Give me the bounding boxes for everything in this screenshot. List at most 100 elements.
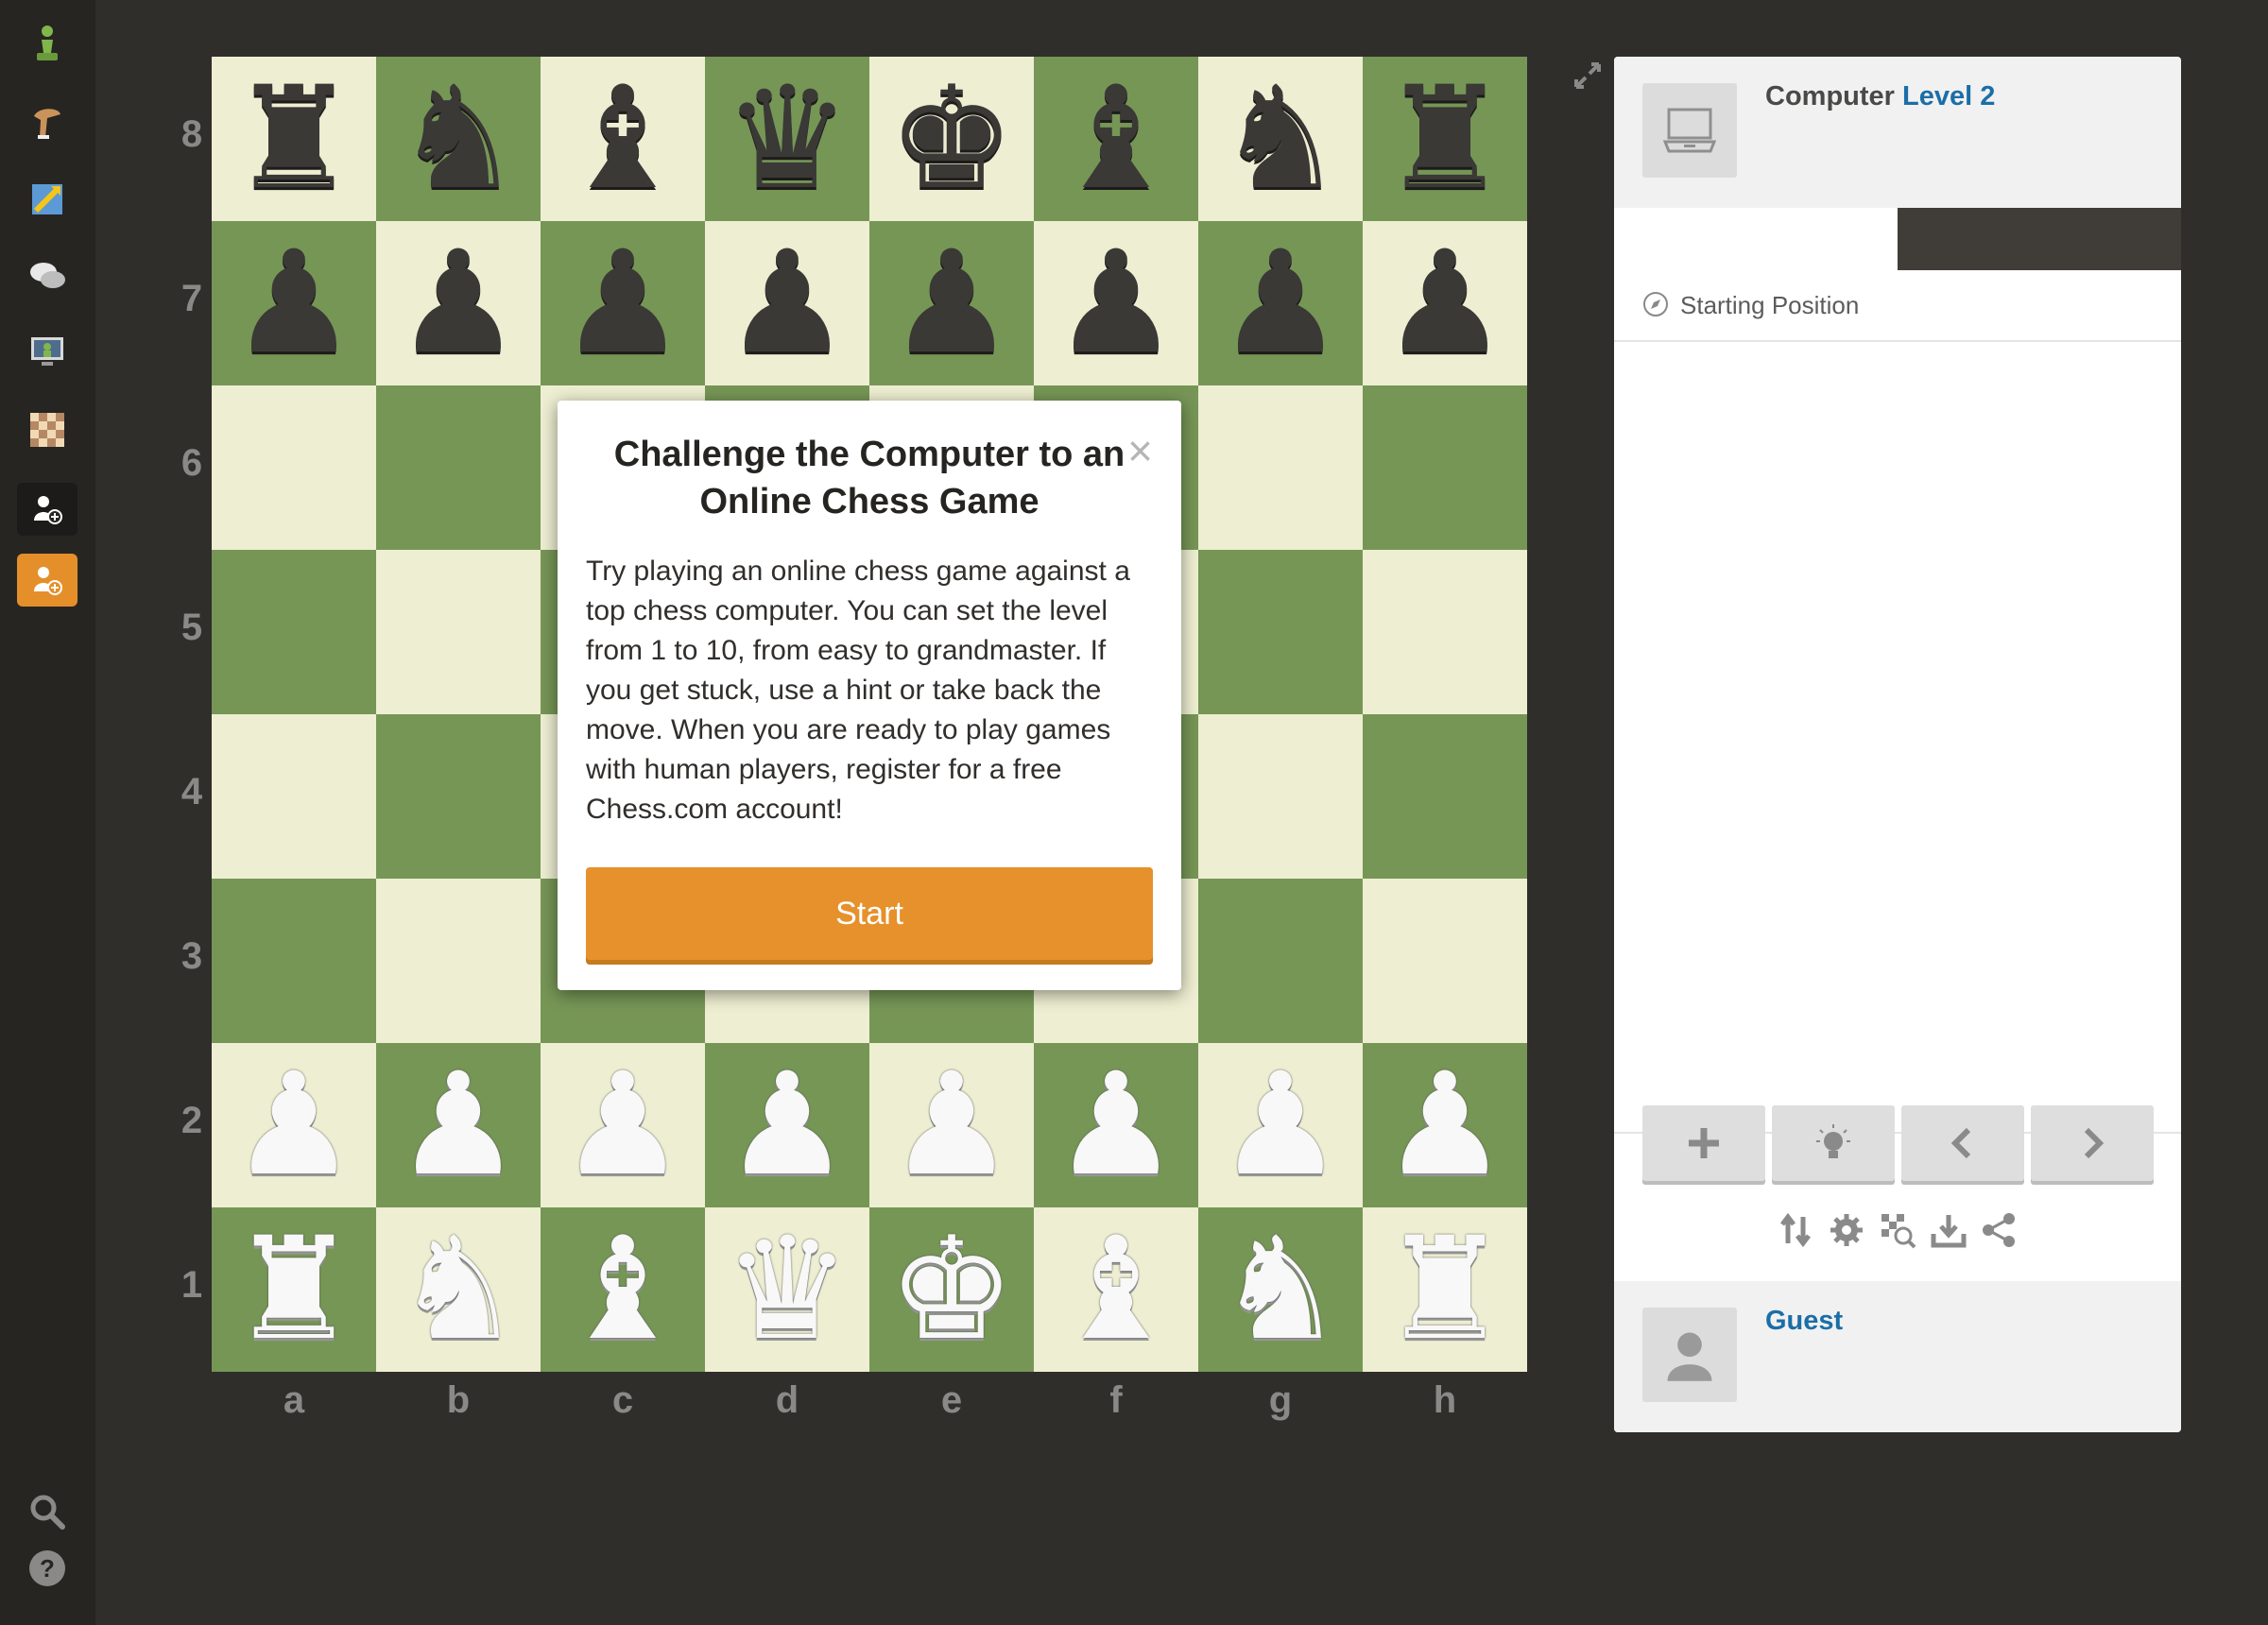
play-hand-icon[interactable] [17, 95, 77, 148]
square-g5[interactable] [1198, 550, 1363, 714]
black-pawn-icon[interactable]: ♟ [231, 232, 357, 374]
square-c7[interactable]: ♟ [541, 221, 705, 385]
square-f2[interactable]: ♟ [1034, 1043, 1198, 1207]
square-b2[interactable]: ♟ [376, 1043, 541, 1207]
move-forward-button[interactable] [2031, 1105, 2154, 1181]
logo-pawn-icon[interactable] [17, 17, 77, 70]
start-button[interactable]: Start [586, 867, 1153, 960]
square-h2[interactable]: ♟ [1363, 1043, 1527, 1207]
black-pawn-icon[interactable]: ♟ [1382, 232, 1508, 374]
square-h4[interactable] [1363, 714, 1527, 879]
square-d2[interactable]: ♟ [705, 1043, 869, 1207]
square-e8[interactable]: ♚ [869, 57, 1034, 221]
white-pawn-icon[interactable]: ♟ [559, 1054, 686, 1196]
new-game-button[interactable] [1642, 1105, 1765, 1181]
white-pawn-icon[interactable]: ♟ [231, 1054, 357, 1196]
square-b6[interactable] [376, 385, 541, 550]
move-back-button[interactable] [1901, 1105, 2024, 1181]
black-knight-icon[interactable]: ♞ [395, 68, 522, 210]
square-e1[interactable]: ♚ [869, 1207, 1034, 1372]
square-h8[interactable]: ♜ [1363, 57, 1527, 221]
square-g4[interactable] [1198, 714, 1363, 879]
lessons-icon[interactable] [17, 326, 77, 379]
white-bishop-icon[interactable]: ♝ [559, 1219, 686, 1360]
square-e7[interactable]: ♟ [869, 221, 1034, 385]
square-a3[interactable] [212, 879, 376, 1043]
square-d1[interactable]: ♛ [705, 1207, 869, 1372]
square-b4[interactable] [376, 714, 541, 879]
white-pawn-icon[interactable]: ♟ [395, 1054, 522, 1196]
white-pawn-icon[interactable]: ♟ [1217, 1054, 1344, 1196]
square-a2[interactable]: ♟ [212, 1043, 376, 1207]
square-c8[interactable]: ♝ [541, 57, 705, 221]
white-knight-icon[interactable]: ♞ [1217, 1219, 1344, 1360]
square-g7[interactable]: ♟ [1198, 221, 1363, 385]
white-knight-icon[interactable]: ♞ [395, 1219, 522, 1360]
square-d8[interactable]: ♛ [705, 57, 869, 221]
square-h1[interactable]: ♜ [1363, 1207, 1527, 1372]
white-pawn-icon[interactable]: ♟ [888, 1054, 1015, 1196]
square-h7[interactable]: ♟ [1363, 221, 1527, 385]
square-a1[interactable]: ♜ [212, 1207, 376, 1372]
player-name[interactable]: Guest [1765, 1306, 1843, 1337]
opponent-name[interactable]: Computer Level 2 [1765, 81, 1995, 112]
sign-up-icon[interactable] [17, 554, 77, 607]
black-pawn-icon[interactable]: ♟ [1217, 232, 1344, 374]
black-rook-icon[interactable]: ♜ [1382, 68, 1508, 210]
settings-icon[interactable] [1828, 1211, 1865, 1249]
square-g8[interactable]: ♞ [1198, 57, 1363, 221]
download-icon[interactable] [1930, 1211, 1967, 1249]
square-a5[interactable] [212, 550, 376, 714]
puzzles-icon[interactable] [17, 173, 77, 226]
black-bishop-icon[interactable]: ♝ [1053, 68, 1179, 210]
black-pawn-icon[interactable]: ♟ [395, 232, 522, 374]
expand-icon[interactable] [1572, 60, 1603, 91]
square-b5[interactable] [376, 550, 541, 714]
square-f7[interactable]: ♟ [1034, 221, 1198, 385]
square-e2[interactable]: ♟ [869, 1043, 1034, 1207]
black-queen-icon[interactable]: ♛ [724, 68, 850, 210]
chat-icon[interactable] [17, 249, 77, 302]
square-h6[interactable] [1363, 385, 1527, 550]
square-b1[interactable]: ♞ [376, 1207, 541, 1372]
black-pawn-icon[interactable]: ♟ [1053, 232, 1179, 374]
search-icon[interactable] [26, 1491, 68, 1532]
share-icon[interactable] [1981, 1211, 2019, 1249]
white-rook-icon[interactable]: ♜ [231, 1219, 357, 1360]
square-f1[interactable]: ♝ [1034, 1207, 1198, 1372]
square-b7[interactable]: ♟ [376, 221, 541, 385]
square-b3[interactable] [376, 879, 541, 1043]
add-friend-icon[interactable] [17, 483, 77, 536]
white-pawn-icon[interactable]: ♟ [1382, 1054, 1508, 1196]
black-pawn-icon[interactable]: ♟ [888, 232, 1015, 374]
black-king-icon[interactable]: ♚ [888, 68, 1015, 210]
white-pawn-icon[interactable]: ♟ [724, 1054, 850, 1196]
black-pawn-icon[interactable]: ♟ [559, 232, 686, 374]
help-icon[interactable]: ? [26, 1548, 68, 1589]
square-a8[interactable]: ♜ [212, 57, 376, 221]
white-bishop-icon[interactable]: ♝ [1053, 1219, 1179, 1360]
starting-position-row[interactable]: Starting Position [1614, 270, 2181, 342]
square-h5[interactable] [1363, 550, 1527, 714]
square-h3[interactable] [1363, 879, 1527, 1043]
square-g1[interactable]: ♞ [1198, 1207, 1363, 1372]
square-c2[interactable]: ♟ [541, 1043, 705, 1207]
board-explorer-icon[interactable] [17, 403, 77, 456]
square-g6[interactable] [1198, 385, 1363, 550]
square-a6[interactable] [212, 385, 376, 550]
white-queen-icon[interactable]: ♛ [724, 1219, 850, 1360]
white-rook-icon[interactable]: ♜ [1382, 1219, 1508, 1360]
square-c1[interactable]: ♝ [541, 1207, 705, 1372]
close-icon[interactable]: × [1127, 429, 1153, 472]
square-b8[interactable]: ♞ [376, 57, 541, 221]
square-g3[interactable] [1198, 879, 1363, 1043]
hint-button[interactable] [1772, 1105, 1895, 1181]
square-a7[interactable]: ♟ [212, 221, 376, 385]
flip-board-icon[interactable] [1777, 1211, 1814, 1249]
opponent-level[interactable]: Level 2 [1902, 81, 1995, 111]
white-king-icon[interactable]: ♚ [888, 1219, 1015, 1360]
black-bishop-icon[interactable]: ♝ [559, 68, 686, 210]
white-pawn-icon[interactable]: ♟ [1053, 1054, 1179, 1196]
square-a4[interactable] [212, 714, 376, 879]
analysis-icon[interactable] [1879, 1211, 1916, 1249]
